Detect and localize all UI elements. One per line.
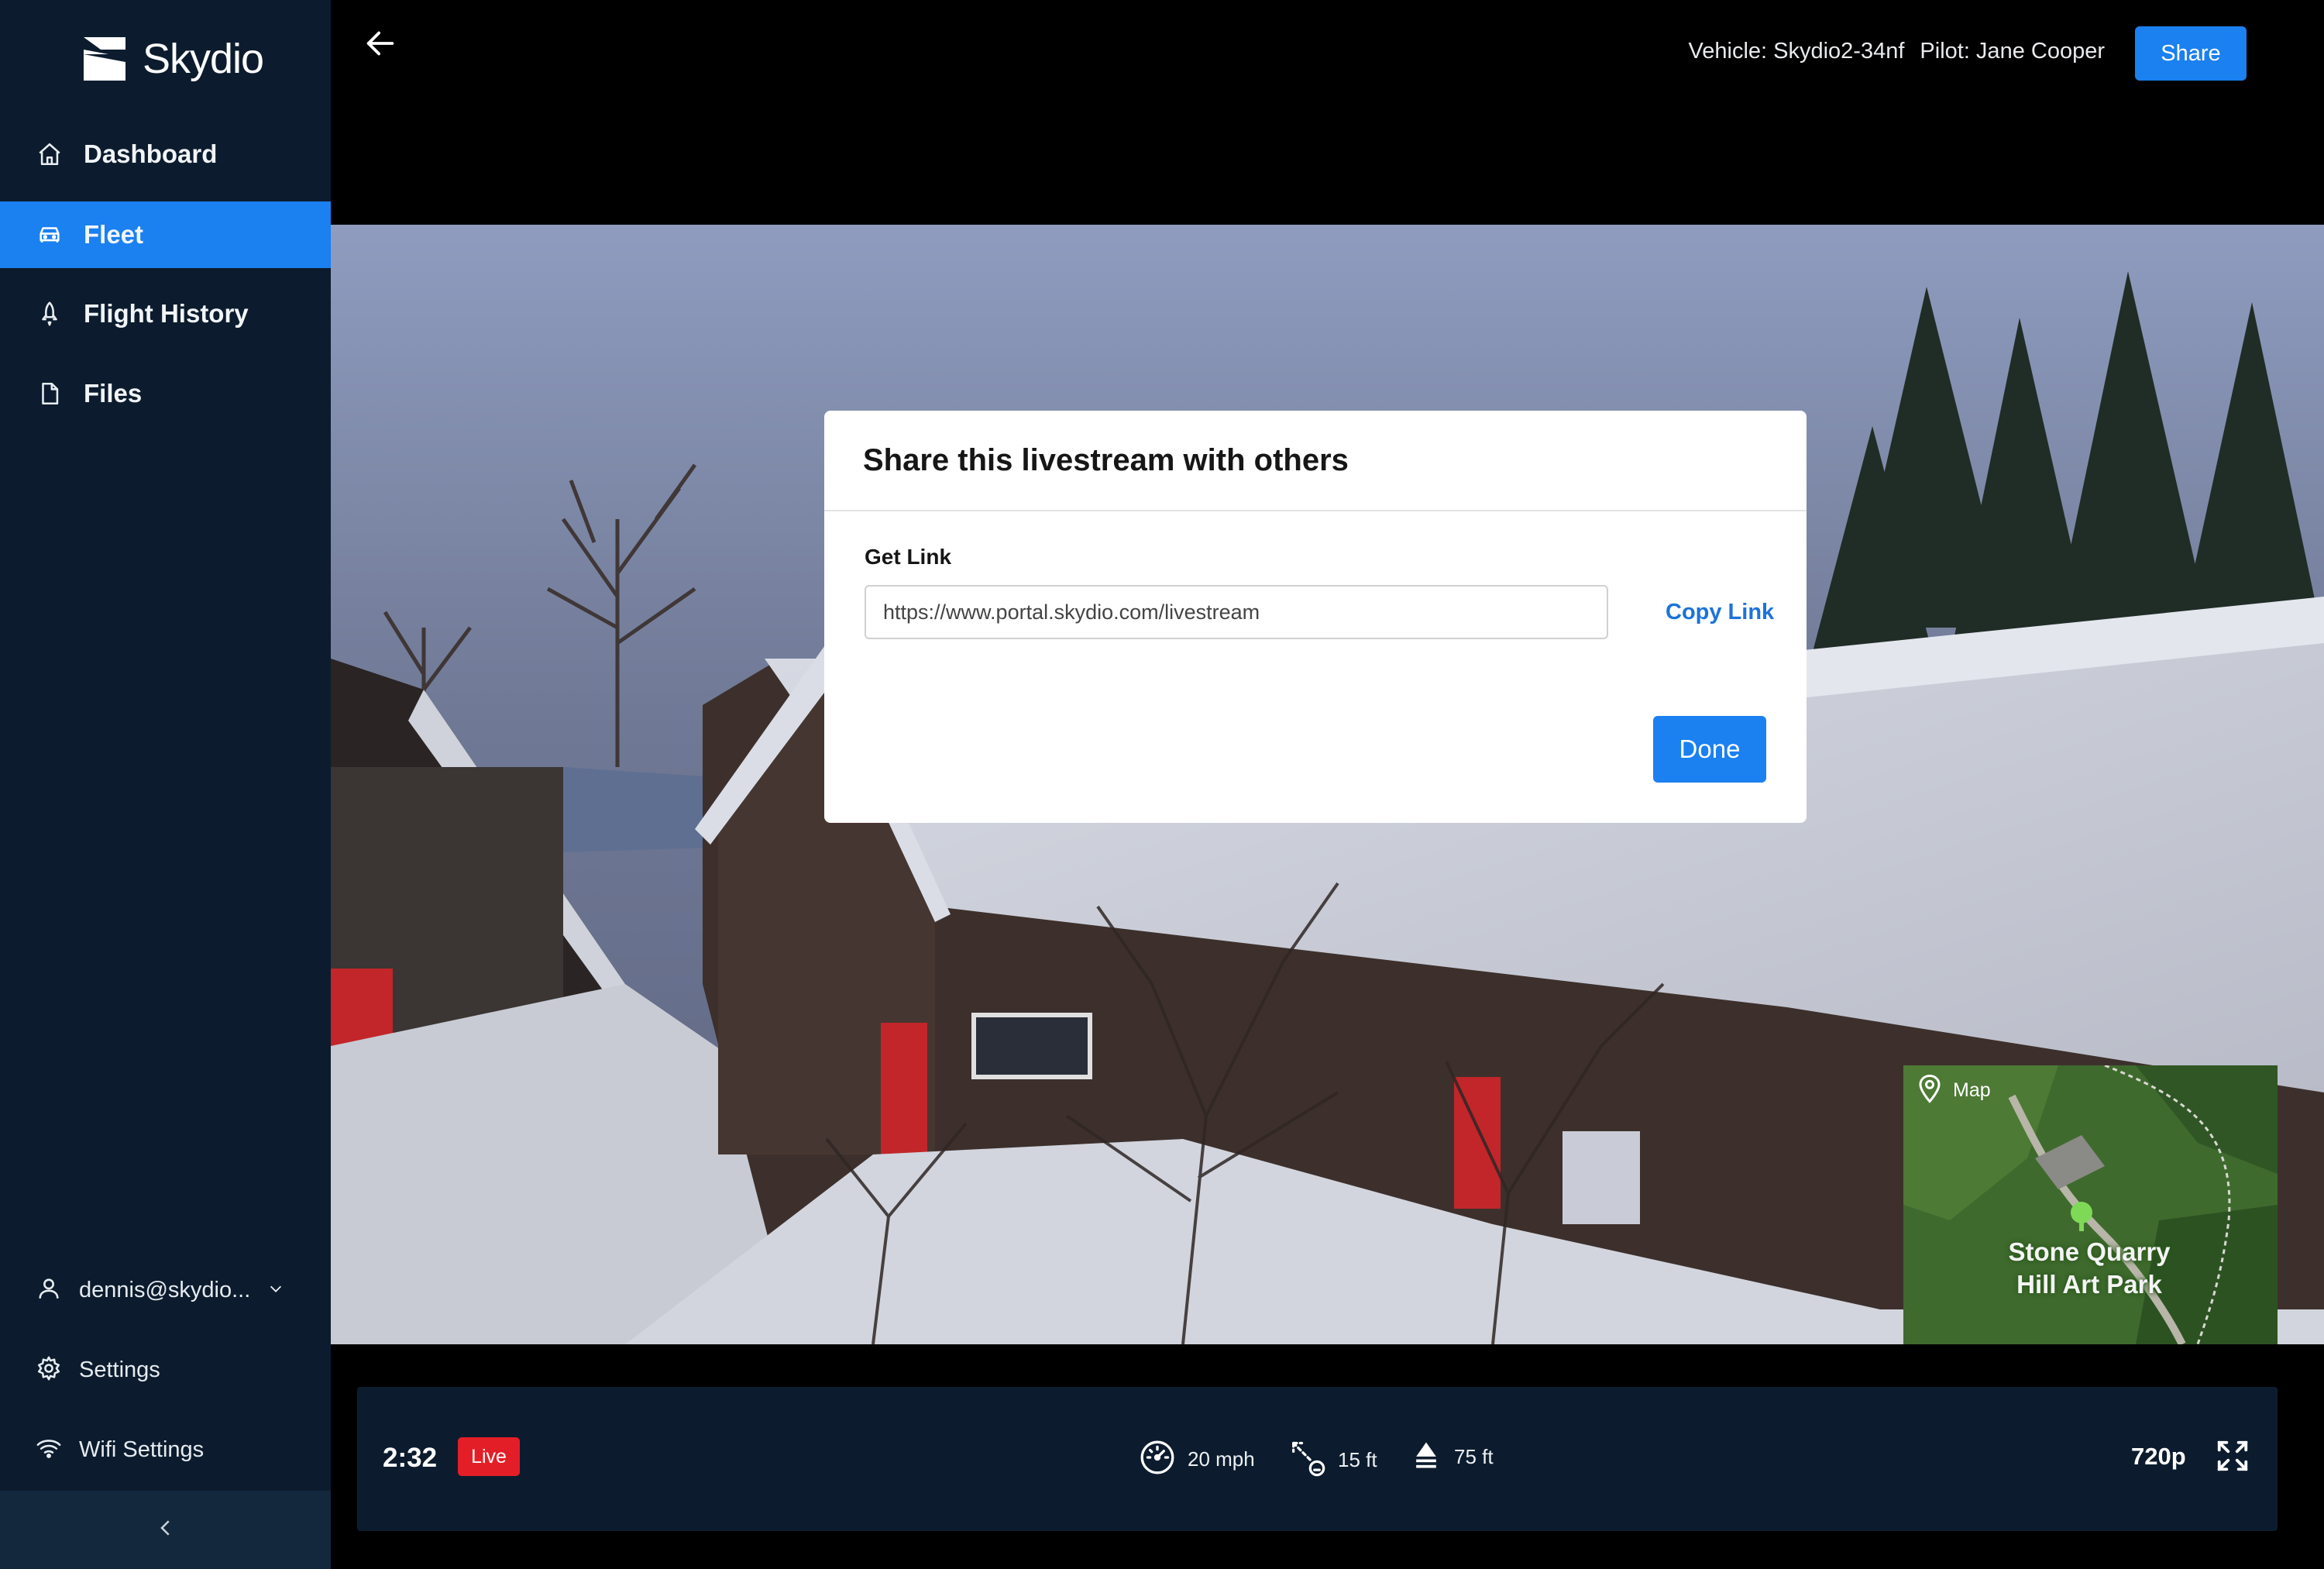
map-label: Map <box>1953 1079 1991 1101</box>
map-header: Map <box>1916 1073 1991 1108</box>
speedometer-icon <box>1138 1438 1177 1481</box>
altitude-value: 75 ft <box>1454 1445 1494 1468</box>
map-place-line-2: Hill Art Park <box>2016 1270 2162 1299</box>
fullscreen-button[interactable] <box>2215 1438 2250 1474</box>
pilot-label: Pilot: Jane Cooper <box>1920 39 2105 64</box>
dialog-title: Share this livestream with others <box>863 442 1349 477</box>
user-email: dennis@skydio... <box>79 1277 251 1302</box>
flight-info: Vehicle: Skydio2-34nf Pilot: Jane Cooper <box>1689 39 2106 64</box>
brand-name: Skydio <box>143 36 264 82</box>
home-icon <box>36 140 64 168</box>
rocket-icon <box>36 300 64 328</box>
distance-to-pilot-icon <box>1287 1438 1327 1482</box>
share-livestream-dialog: Share this livestream with others Get Li… <box>824 411 1807 823</box>
sidebar-item-flight-history[interactable]: Flight History <box>0 280 331 347</box>
map-place-name: Stone Quarry Hill Art Park <box>1996 1236 2182 1301</box>
sidebar: Skydio Dashboard Fleet Flight History Fi… <box>0 0 331 1569</box>
user-menu[interactable]: dennis@skydio... <box>0 1263 331 1317</box>
distance-value: 15 ft <box>1338 1448 1377 1471</box>
sidebar-item-label: Files <box>84 379 143 408</box>
distance-stat: 15 ft <box>1287 1438 1377 1482</box>
arrow-left-icon <box>363 26 398 65</box>
skydio-logo[interactable]: Skydio <box>77 31 264 87</box>
sidebar-item-settings[interactable]: Settings <box>0 1343 331 1397</box>
sidebar-item-files[interactable]: Files <box>0 360 331 427</box>
elapsed-time: 2:32 <box>383 1443 438 1473</box>
sidebar-item-label: Settings <box>79 1357 160 1382</box>
fullscreen-icon <box>2215 1440 2250 1477</box>
live-badge: Live <box>458 1437 520 1476</box>
collapse-sidebar-button[interactable] <box>0 1491 331 1569</box>
chevron-left-icon <box>154 1516 177 1543</box>
share-button[interactable]: Share <box>2135 26 2247 81</box>
livestream-link-input[interactable] <box>865 585 1608 639</box>
chevron-down-icon <box>267 1280 284 1301</box>
sidebar-item-label: Fleet <box>84 220 144 249</box>
sidebar-item-wifi-settings[interactable]: Wifi Settings <box>0 1423 331 1477</box>
playback-control-bar: 2:32 Live 20 mph 15 ft 75 ft 720p <box>357 1387 2278 1531</box>
sidebar-item-label: Flight History <box>84 299 249 328</box>
altitude-icon <box>1409 1438 1443 1476</box>
map-pin-icon <box>1916 1073 1944 1108</box>
speed-value: 20 mph <box>1188 1447 1255 1471</box>
resolution-selector[interactable]: 720p <box>2131 1443 2186 1471</box>
dialog-header: Share this livestream with others <box>824 411 1807 511</box>
back-button[interactable] <box>359 23 402 67</box>
sidebar-item-label: Dashboard <box>84 139 218 168</box>
file-icon <box>36 380 64 408</box>
gear-icon <box>36 1355 62 1385</box>
user-icon <box>36 1275 62 1306</box>
copy-link-button[interactable]: Copy Link <box>1666 600 1774 625</box>
map-thumbnail[interactable]: Map Stone Quarry Hill Art Park <box>1903 1065 2278 1344</box>
sidebar-item-fleet[interactable]: Fleet <box>0 201 331 268</box>
speed-stat: 20 mph <box>1138 1438 1255 1481</box>
sidebar-item-label: Wifi Settings <box>79 1437 205 1462</box>
sidebar-item-dashboard[interactable]: Dashboard <box>0 121 331 188</box>
wifi-icon <box>36 1435 62 1465</box>
vehicle-icon <box>36 221 64 249</box>
vehicle-label: Vehicle: Skydio2-34nf <box>1688 39 1905 64</box>
altitude-stat: 75 ft <box>1409 1438 1494 1476</box>
skydio-logo-icon <box>84 37 125 81</box>
done-button[interactable]: Done <box>1653 716 1766 783</box>
map-place-line-1: Stone Quarry <box>2008 1237 2171 1266</box>
get-link-label: Get Link <box>865 545 952 569</box>
